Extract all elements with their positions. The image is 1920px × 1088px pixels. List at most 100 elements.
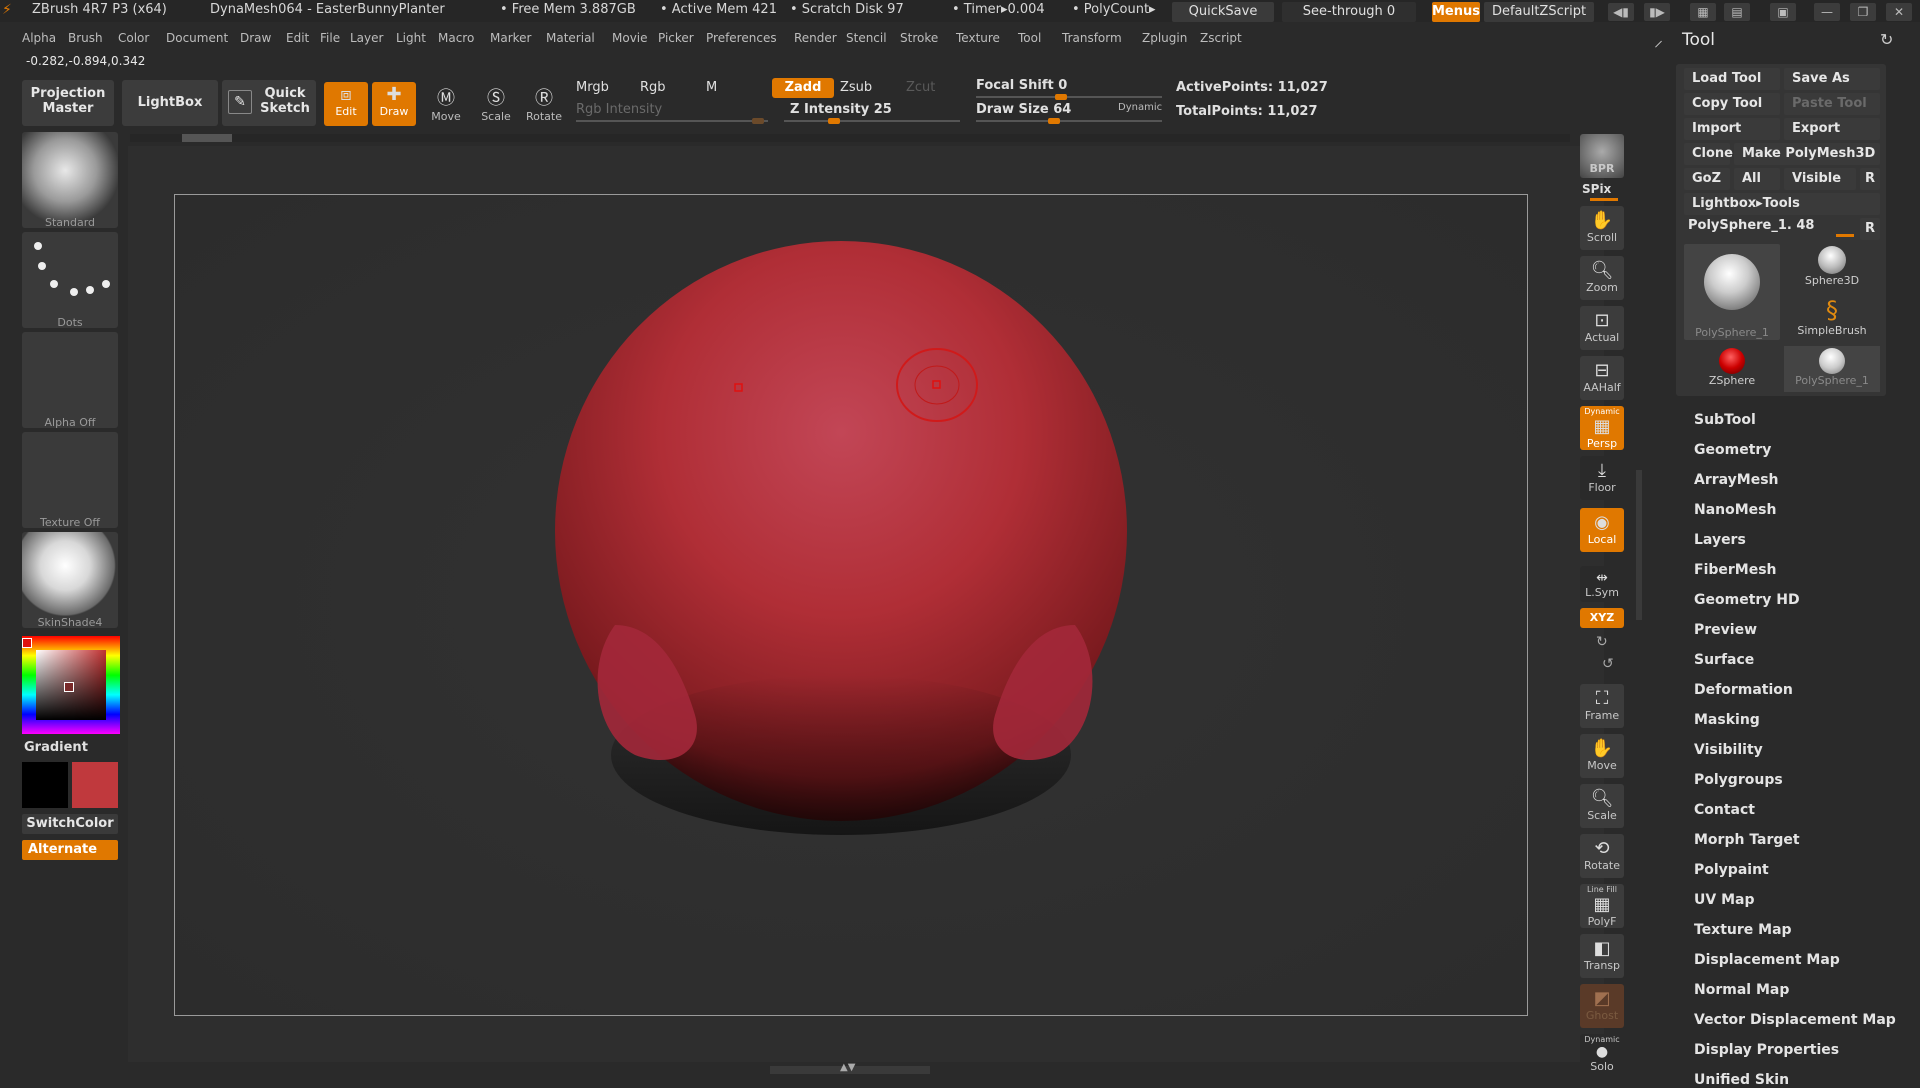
- minimize-icon[interactable]: —: [1814, 3, 1840, 21]
- menu-draw[interactable]: Draw: [240, 31, 271, 45]
- subpalette-displacement-map[interactable]: Displacement Map: [1694, 952, 1840, 968]
- subpalette-display-properties[interactable]: Display Properties: [1694, 1042, 1839, 1058]
- subpalette-fibermesh[interactable]: FiberMesh: [1694, 562, 1777, 578]
- material-thumbnail[interactable]: [22, 532, 118, 628]
- mrgb-button[interactable]: Mrgb: [576, 80, 609, 95]
- subpalette-subtool[interactable]: SubTool: [1694, 412, 1756, 428]
- spix-slider[interactable]: [1590, 198, 1618, 201]
- tool-thumb-zsphere[interactable]: ZSphere: [1684, 346, 1780, 394]
- draw-mode-button[interactable]: ✚ Draw: [372, 82, 416, 126]
- transp-button[interactable]: ◧ Transp: [1580, 934, 1624, 978]
- menu-file[interactable]: File: [320, 31, 340, 45]
- draw-size-knob[interactable]: [1047, 118, 1060, 124]
- rgb-intensity-knob[interactable]: [752, 118, 764, 124]
- menu-material[interactable]: Material: [546, 31, 595, 45]
- solo-button[interactable]: Dynamic ● Solo: [1580, 1034, 1624, 1074]
- paste-tool-button[interactable]: Paste Tool: [1784, 93, 1880, 115]
- tool-thumb-simplebrush[interactable]: § SimpleBrush: [1784, 296, 1880, 344]
- gradient-label[interactable]: Gradient: [24, 740, 88, 755]
- lsym-button[interactable]: ⇹ L.Sym: [1580, 566, 1624, 602]
- current-tool-name[interactable]: PolySphere_1. 48: [1688, 218, 1814, 233]
- main-color-swatch[interactable]: [72, 762, 118, 808]
- right-tray-divider[interactable]: [1636, 470, 1642, 620]
- current-tool-r-button[interactable]: R: [1860, 218, 1880, 240]
- subpalette-texture-map[interactable]: Texture Map: [1694, 922, 1792, 938]
- document-canvas[interactable]: [174, 194, 1528, 1016]
- menu-layer[interactable]: Layer: [350, 31, 383, 45]
- aahalf-button[interactable]: ⊟ AAHalf: [1580, 356, 1624, 400]
- alternate-button[interactable]: Alternate: [22, 840, 118, 860]
- xyz-button[interactable]: XYZ: [1580, 608, 1624, 628]
- menu-picker[interactable]: Picker: [658, 31, 694, 45]
- layout-prev-icon[interactable]: ◀▮: [1608, 3, 1634, 21]
- tool-thumb-polysphere-2[interactable]: PolySphere_1: [1784, 346, 1880, 392]
- menu-render[interactable]: Render: [794, 31, 837, 45]
- refresh-icon[interactable]: ↻: [1880, 30, 1893, 49]
- local-button[interactable]: ◉ Local: [1580, 508, 1624, 552]
- menu-transform[interactable]: Transform: [1062, 31, 1122, 45]
- menu-preferences[interactable]: Preferences: [706, 31, 777, 45]
- menu-marker[interactable]: Marker: [490, 31, 531, 45]
- horizontal-scroll-track[interactable]: [130, 134, 1570, 142]
- secondary-color-swatch[interactable]: [22, 762, 68, 808]
- brush-thumbnail[interactable]: [22, 132, 118, 228]
- texture-thumbnail[interactable]: [22, 432, 118, 528]
- zbrush-logo-icon[interactable]: ⚡: [2, 2, 12, 18]
- projection-master-button[interactable]: Projection Master: [22, 80, 114, 126]
- subpalette-geometry-hd[interactable]: Geometry HD: [1694, 592, 1800, 608]
- goz-visible-button[interactable]: Visible: [1784, 168, 1856, 190]
- copy-tool-button[interactable]: Copy Tool: [1684, 93, 1780, 115]
- load-tool-button[interactable]: Load Tool: [1684, 68, 1780, 90]
- persp-button[interactable]: Dynamic ▦ Persp: [1580, 406, 1624, 450]
- ghost-button[interactable]: ◩ Ghost: [1580, 984, 1624, 1028]
- tool-palette-title[interactable]: Tool: [1682, 30, 1715, 50]
- polyf-button[interactable]: Line Fill ▦ PolyF: [1580, 884, 1624, 928]
- goz-button[interactable]: GoZ: [1684, 168, 1730, 190]
- subpalette-surface[interactable]: Surface: [1694, 652, 1754, 668]
- subpalette-visibility[interactable]: Visibility: [1694, 742, 1763, 758]
- maximize-icon[interactable]: ❐: [1850, 3, 1876, 21]
- menu-zplugin[interactable]: Zplugin: [1142, 31, 1187, 45]
- color-picker[interactable]: [22, 636, 120, 734]
- switch-color-button[interactable]: SwitchColor: [22, 814, 118, 834]
- import-button[interactable]: Import: [1684, 118, 1780, 140]
- subpalette-morph-target[interactable]: Morph Target: [1694, 832, 1800, 848]
- see-through-slider[interactable]: See-through 0: [1282, 2, 1416, 22]
- quick-sketch-button[interactable]: ✎ Quick Sketch: [222, 80, 316, 126]
- export-button[interactable]: Export: [1784, 118, 1880, 140]
- subpalette-uv-map[interactable]: UV Map: [1694, 892, 1754, 908]
- quicksave-button[interactable]: QuickSave: [1172, 2, 1274, 22]
- menu-document[interactable]: Document: [166, 31, 228, 45]
- menu-macro[interactable]: Macro: [438, 31, 474, 45]
- scale-mode-button[interactable]: Ⓢ Scale: [474, 82, 518, 126]
- frame-button[interactable]: ⛶ Frame: [1580, 684, 1624, 728]
- color-picker-cursor[interactable]: [64, 682, 74, 692]
- menus-toggle[interactable]: Menus: [1432, 2, 1480, 22]
- sculpt-mesh[interactable]: [175, 195, 1529, 1017]
- dynamic-toggle[interactable]: Dynamic: [1118, 102, 1162, 113]
- default-zscript-button[interactable]: DefaultZScript: [1484, 2, 1594, 22]
- rotate-mode-button[interactable]: Ⓡ Rotate: [522, 82, 566, 126]
- z-intensity-slider[interactable]: [784, 118, 960, 124]
- focal-shift-knob[interactable]: [1055, 94, 1067, 100]
- actual-button[interactable]: ⊡ Actual: [1580, 306, 1624, 350]
- goz-all-button[interactable]: All: [1734, 168, 1780, 190]
- menu-stroke[interactable]: Stroke: [900, 31, 938, 45]
- menu-brush[interactable]: Brush: [68, 31, 103, 45]
- rgb-intensity-slider[interactable]: [576, 118, 768, 124]
- subpalette-deformation[interactable]: Deformation: [1694, 682, 1793, 698]
- move-mode-button[interactable]: Ⓜ Move: [424, 82, 468, 126]
- bpr-button[interactable]: BPR: [1580, 134, 1624, 178]
- subpalette-polypaint[interactable]: Polypaint: [1694, 862, 1769, 878]
- tool-thumb-polysphere[interactable]: PolySphere_1: [1684, 244, 1780, 340]
- zcut-button[interactable]: Zcut: [906, 80, 935, 95]
- spix-label[interactable]: SPix: [1582, 182, 1611, 196]
- rgb-button[interactable]: Rgb: [640, 80, 666, 95]
- zsub-button[interactable]: Zsub: [840, 80, 872, 95]
- subpalette-arraymesh[interactable]: ArrayMesh: [1694, 472, 1779, 488]
- subpalette-preview[interactable]: Preview: [1694, 622, 1757, 638]
- menu-light[interactable]: Light: [396, 31, 426, 45]
- edit-mode-button[interactable]: ⧈ Edit: [324, 82, 368, 126]
- lightbox-button[interactable]: LightBox: [122, 80, 218, 126]
- goz-r-button[interactable]: R: [1860, 168, 1880, 190]
